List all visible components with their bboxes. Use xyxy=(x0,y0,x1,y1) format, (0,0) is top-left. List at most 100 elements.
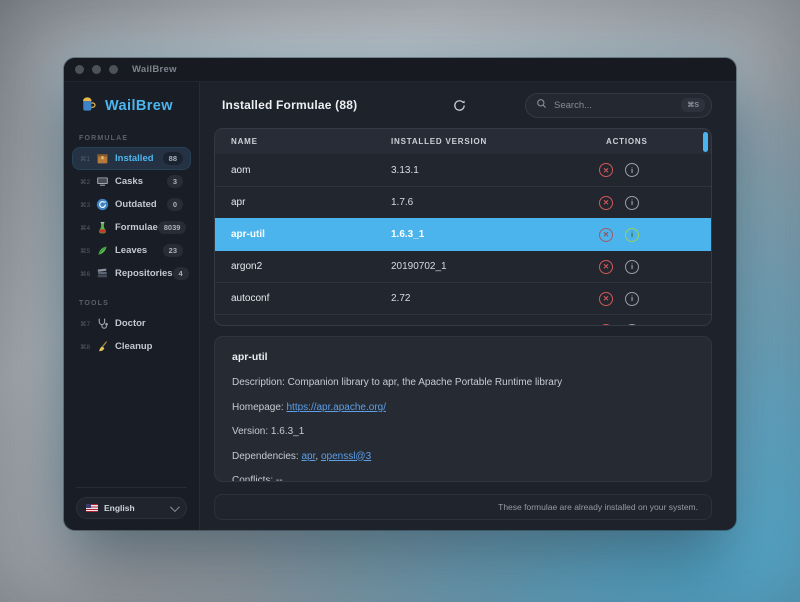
count-badge: 88 xyxy=(163,152,183,165)
count-badge: 0 xyxy=(167,198,183,211)
shortcut-label: ⌘4 xyxy=(80,224,95,232)
table-row[interactable]: aom 3.13.1 ✕ i xyxy=(215,154,711,186)
dependency-link[interactable]: openssl@3 xyxy=(321,451,371,462)
wailbrew-window: WailBrew WailBrew FORMULAE ⌘1 xyxy=(64,58,736,530)
uninstall-icon[interactable]: ✕ xyxy=(599,228,613,242)
formula-name: argon2 xyxy=(215,261,375,272)
formula-name: aom xyxy=(215,165,375,176)
minimize-button[interactable] xyxy=(92,65,101,74)
formula-version: 2.72 xyxy=(375,293,590,304)
info-icon[interactable]: i xyxy=(625,324,639,327)
sidebar-item-label: Doctor xyxy=(115,318,183,329)
shortcut-label: ⌘1 xyxy=(80,155,95,163)
uninstall-icon[interactable]: ✕ xyxy=(599,260,613,274)
sidebar: WailBrew FORMULAE ⌘1 Installed 88 ⌘2 Cas… xyxy=(64,82,200,530)
table-row[interactable]: autoconf 2.72 ✕i xyxy=(215,282,711,314)
sidebar-item-casks[interactable]: ⌘2 Casks 3 xyxy=(73,171,190,192)
flask-icon xyxy=(95,221,109,235)
sidebar-item-outdated[interactable]: ⌘3 Outdated 0 xyxy=(73,194,190,215)
table-row-selected[interactable]: apr-util 1.6.3_1 ✕i xyxy=(215,218,711,250)
formula-version: 1.7.6 xyxy=(375,197,590,208)
zoom-button[interactable] xyxy=(109,65,118,74)
brand-name: WailBrew xyxy=(105,98,173,114)
shortcut-label: ⌘8 xyxy=(80,343,95,351)
column-header-version: INSTALLED VERSION xyxy=(375,137,590,146)
sidebar-item-cleanup[interactable]: ⌘8 Cleanup xyxy=(73,336,190,357)
refresh-button[interactable] xyxy=(449,95,469,115)
info-icon[interactable]: i xyxy=(625,260,639,274)
sidebar-item-label: Casks xyxy=(115,176,167,187)
section-label-formulae: FORMULAE xyxy=(64,135,199,142)
formula-version: 3.13.1 xyxy=(375,165,590,176)
us-flag-icon xyxy=(86,504,98,512)
shortcut-label: ⌘6 xyxy=(80,270,95,278)
sidebar-item-label: Repositories xyxy=(115,268,173,279)
formula-version: 20190702_1 xyxy=(375,261,590,272)
details-conflicts-value: -- xyxy=(276,475,283,482)
sidebar-item-doctor[interactable]: ⌘7 Doctor xyxy=(73,313,190,334)
formula-name: apr-util xyxy=(215,229,375,240)
info-icon[interactable]: i xyxy=(625,228,639,242)
formulae-table: NAME INSTALLED VERSION ACTIONS aom 3.13.… xyxy=(214,128,712,326)
details-dependencies: Dependencies: apr, openssl@3 xyxy=(232,451,694,462)
info-icon[interactable]: i xyxy=(625,163,639,177)
scrollbar-thumb[interactable] xyxy=(703,132,708,152)
details-panel: apr-util Description: Companion library … xyxy=(214,336,712,482)
close-button[interactable] xyxy=(75,65,84,74)
sidebar-item-formulae[interactable]: ⌘4 Formulae 8039 xyxy=(73,217,190,238)
column-header-name: NAME xyxy=(215,137,375,146)
uninstall-icon[interactable]: ✕ xyxy=(599,163,613,177)
sidebar-item-label: Outdated xyxy=(115,199,167,210)
monitor-icon xyxy=(95,175,109,189)
dependency-link[interactable]: apr xyxy=(302,451,316,462)
desktop-background: { "window": { "title": "WailBrew" }, "si… xyxy=(0,0,800,602)
details-description-value: Companion library to apr, the Apache Por… xyxy=(288,377,563,388)
table-row[interactable]: apr 1.7.6 ✕ i xyxy=(215,186,711,218)
sidebar-item-label: Cleanup xyxy=(115,341,183,352)
main-content: Installed Formulae (88) ⌘S NAME INSTALLE… xyxy=(200,82,736,530)
homepage-link[interactable]: https://apr.apache.org/ xyxy=(286,402,386,413)
formula-name: apr xyxy=(215,197,375,208)
info-icon[interactable]: i xyxy=(625,196,639,210)
sidebar-item-repositories[interactable]: ⌘6 Repositories 4 xyxy=(73,263,190,284)
details-version-value: 1.6.3_1 xyxy=(271,426,304,437)
uninstall-icon[interactable]: ✕ xyxy=(599,324,613,327)
title-bar: WailBrew xyxy=(64,58,736,82)
search-input[interactable] xyxy=(554,100,674,111)
info-icon[interactable]: i xyxy=(625,292,639,306)
status-bar: These formulae are already installed on … xyxy=(214,494,712,520)
page-title: Installed Formulae (88) xyxy=(222,98,357,112)
books-icon xyxy=(95,267,109,281)
shortcut-label: ⌘3 xyxy=(80,201,95,209)
sidebar-item-label: Installed xyxy=(115,153,163,164)
details-conflicts-label: Conflicts: xyxy=(232,475,276,482)
uninstall-icon[interactable]: ✕ xyxy=(599,292,613,306)
table-row[interactable]: argon2 20190702_1 ✕ i xyxy=(215,250,711,282)
details-version-label: Version: xyxy=(232,426,271,437)
brand: WailBrew xyxy=(64,94,199,118)
table-row-partial[interactable]: ✕i xyxy=(215,314,711,326)
count-badge: 8039 xyxy=(158,221,187,234)
sidebar-item-leaves[interactable]: ⌘5 Leaves 23 xyxy=(73,240,190,261)
language-select[interactable]: English xyxy=(76,497,187,519)
details-homepage: Homepage: https://apr.apache.org/ xyxy=(232,402,694,413)
uninstall-icon[interactable]: ✕ xyxy=(599,196,613,210)
status-note: These formulae are already installed on … xyxy=(498,502,698,512)
main-header: Installed Formulae (88) ⌘S xyxy=(214,82,712,128)
shortcut-label: ⌘5 xyxy=(80,247,95,255)
sidebar-item-installed[interactable]: ⌘1 Installed 88 xyxy=(73,148,190,169)
leaf-icon xyxy=(95,244,109,258)
shortcut-label: ⌘2 xyxy=(80,178,95,186)
section-label-tools: TOOLS xyxy=(64,300,199,307)
search-field[interactable]: ⌘S xyxy=(525,93,712,118)
search-icon xyxy=(536,96,547,114)
broom-icon xyxy=(95,340,109,354)
details-description: Description: Companion library to apr, t… xyxy=(232,377,694,388)
wailbrew-logo-icon xyxy=(79,94,98,118)
details-formula-name: apr-util xyxy=(232,351,694,363)
package-icon xyxy=(95,152,109,166)
details-dependencies-label: Dependencies: xyxy=(232,451,302,462)
details-conflicts: Conflicts: -- xyxy=(232,475,694,482)
language-label: English xyxy=(104,503,164,513)
table-header-row: NAME INSTALLED VERSION ACTIONS xyxy=(215,129,711,154)
